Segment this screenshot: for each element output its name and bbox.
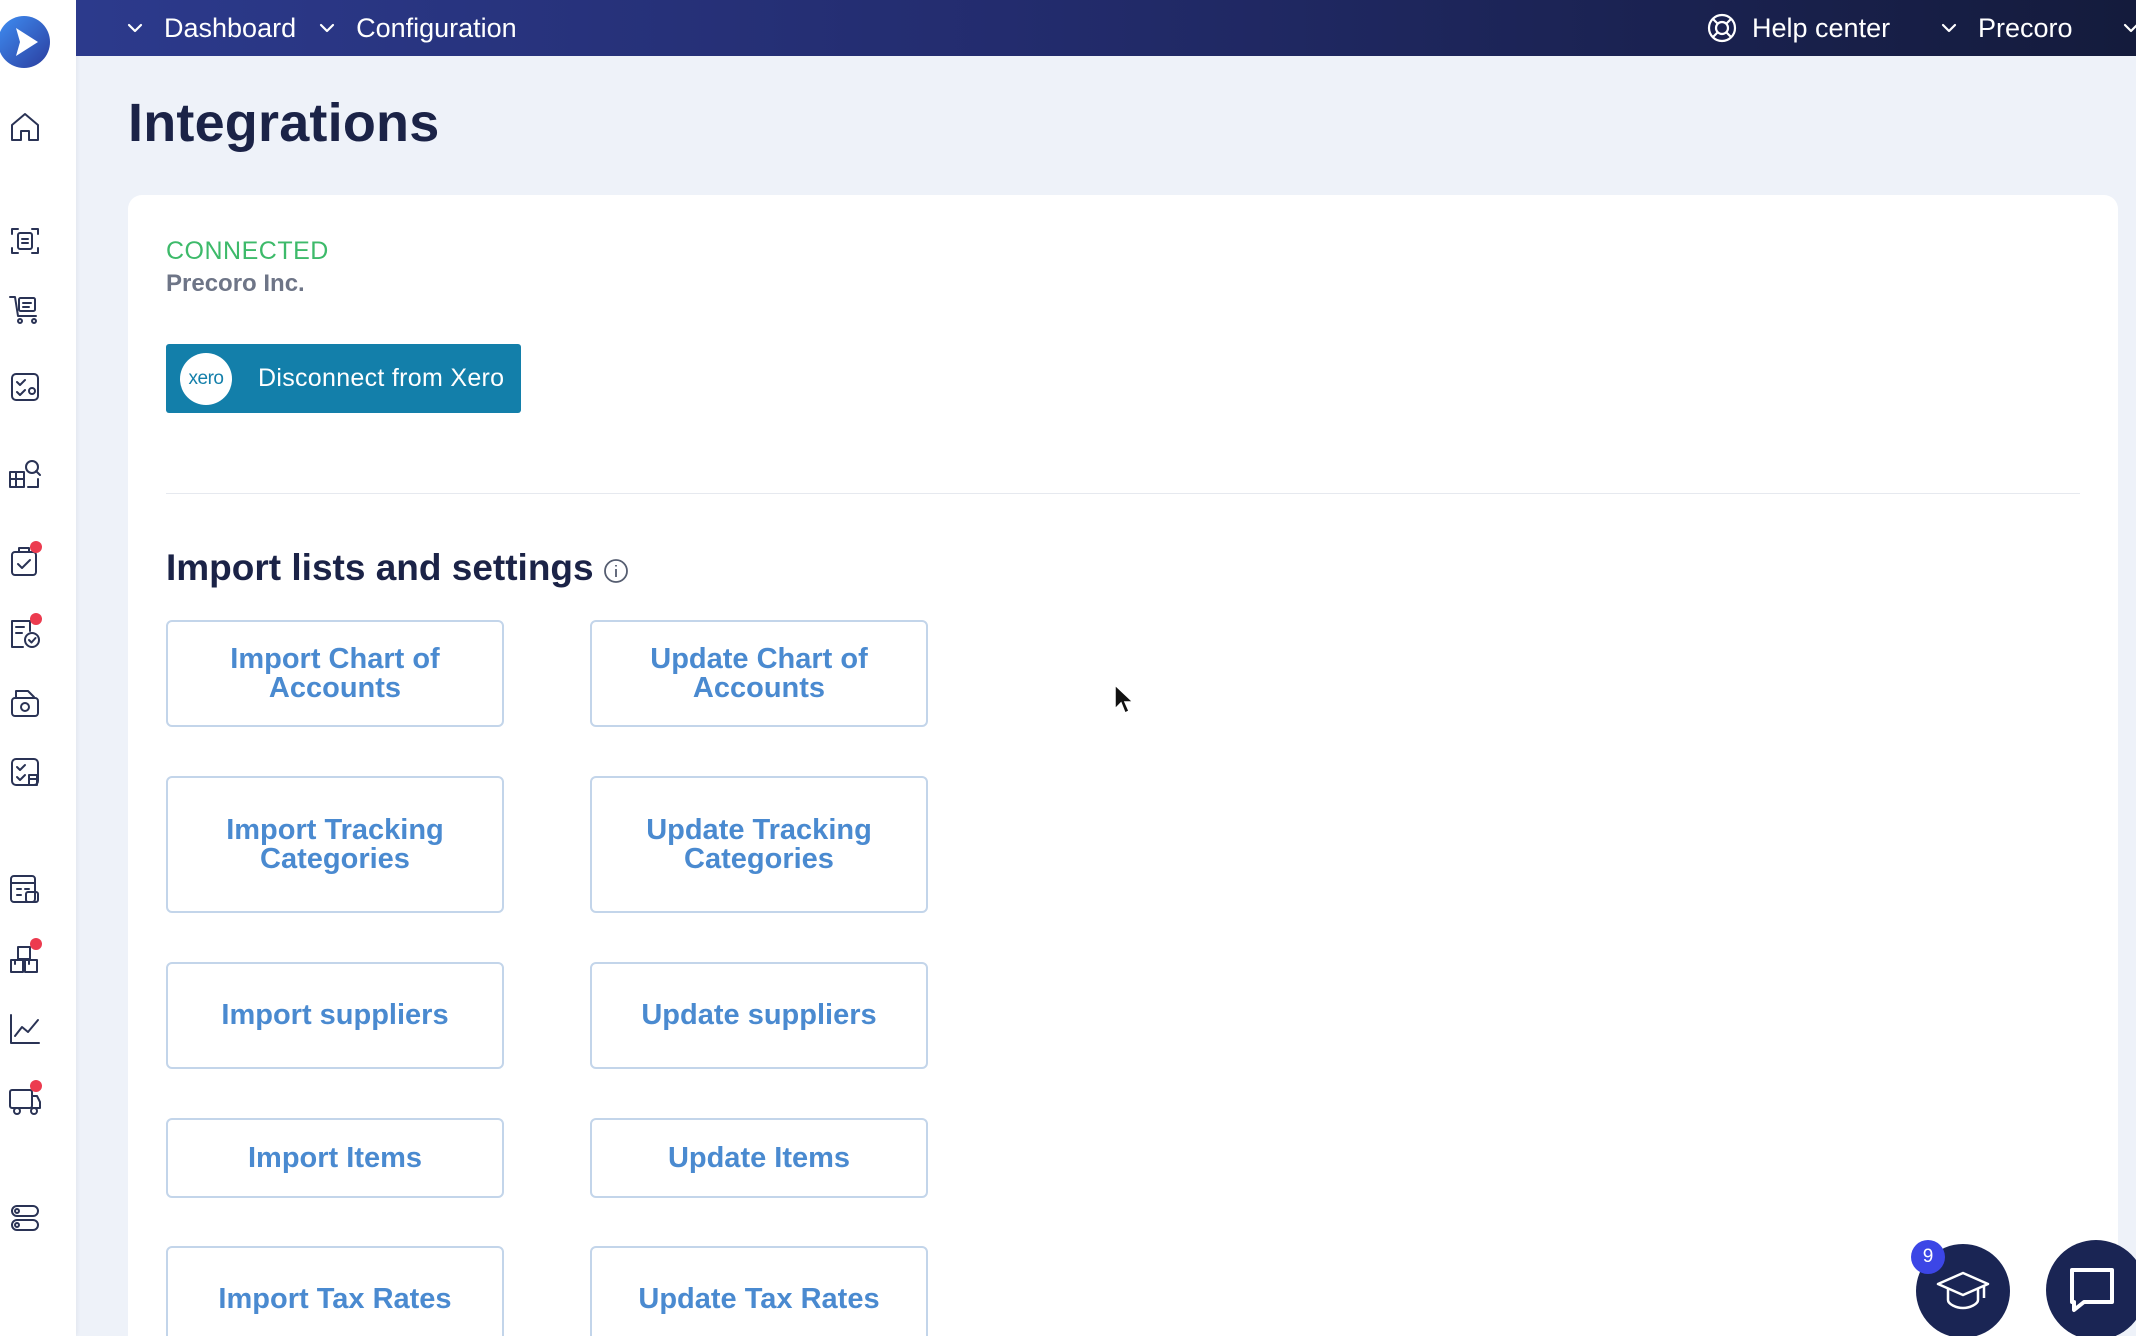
nav-dashboard-label: Dashboard [164,12,297,43]
import-items-button[interactable]: Import Items [166,1118,504,1198]
update-items-button[interactable]: Update Items [590,1118,928,1198]
settings-toggle-icon[interactable] [6,1199,44,1237]
lifebuoy-icon [1707,13,1737,43]
chat-bubble-icon [2070,1268,2114,1312]
nav-configuration[interactable]: Configuration [316,0,517,56]
user-menu[interactable] [2120,0,2136,56]
disconnect-xero-button[interactable]: xero Disconnect from Xero [166,344,521,413]
academy-notification-badge: 9 [1911,1240,1945,1274]
company-switcher-label: Precoro [1978,12,2073,43]
info-icon[interactable] [603,558,629,584]
import-chart-of-accounts-button[interactable]: Import Chart of Accounts [166,620,504,727]
budgets-icon[interactable] [6,870,44,908]
approvals-icon[interactable] [6,368,44,406]
integration-card: CONNECTED Precoro Inc. xero Disconnect f… [128,195,2118,1336]
analytics-icon[interactable] [6,1010,44,1048]
section-divider [166,493,2080,494]
xero-logo: xero [180,352,232,405]
connection-status: CONNECTED [166,237,329,265]
import-tracking-categories-button[interactable]: Import Tracking Categories [166,776,504,913]
nav-configuration-label: Configuration [356,12,517,43]
update-tracking-categories-button[interactable]: Update Tracking Categories [590,776,928,913]
import-section-title: Import lists and settings [166,547,594,588]
sidebar [0,0,76,1336]
delivery-icon[interactable] [6,1080,44,1120]
home-icon[interactable] [6,108,44,146]
disconnect-xero-label: Disconnect from Xero [258,364,505,392]
help-center-label: Help center [1752,12,1891,43]
suppliers-search-icon[interactable] [6,455,44,493]
top-navigation-bar: Dashboard Configuration Help center Prec… [76,0,2136,56]
mouse-pointer-icon [1114,683,1135,715]
help-center-link[interactable]: Help center [1706,0,1890,56]
update-suppliers-button[interactable]: Update suppliers [590,962,928,1069]
chevron-down-icon [127,23,143,33]
invoices-icon[interactable] [6,613,44,653]
chevron-down-icon [1941,23,1957,33]
nav-dashboard[interactable]: Dashboard [124,0,296,56]
precoro-logo[interactable] [0,16,52,68]
expenses-icon[interactable] [6,753,44,791]
update-chart-of-accounts-button[interactable]: Update Chart of Accounts [590,620,928,727]
import-suppliers-button[interactable]: Import suppliers [166,962,504,1069]
company-switcher[interactable]: Precoro [1938,0,2073,56]
chat-button[interactable] [2046,1240,2136,1336]
update-tax-rates-button[interactable]: Update Tax Rates [590,1246,928,1336]
import-tax-rates-button[interactable]: Import Tax Rates [166,1246,504,1336]
chevron-down-icon [2123,23,2136,33]
inventory-icon[interactable] [6,938,44,978]
connected-company-name: Precoro Inc. [166,270,305,297]
payments-icon[interactable] [6,684,44,722]
page-title: Integrations [128,93,440,153]
purchase-orders-icon[interactable] [6,290,44,328]
receipts-icon[interactable] [6,541,44,581]
requisitions-icon[interactable] [6,222,44,260]
chevron-down-icon [319,23,335,33]
graduation-cap-icon [1936,1271,1990,1310]
